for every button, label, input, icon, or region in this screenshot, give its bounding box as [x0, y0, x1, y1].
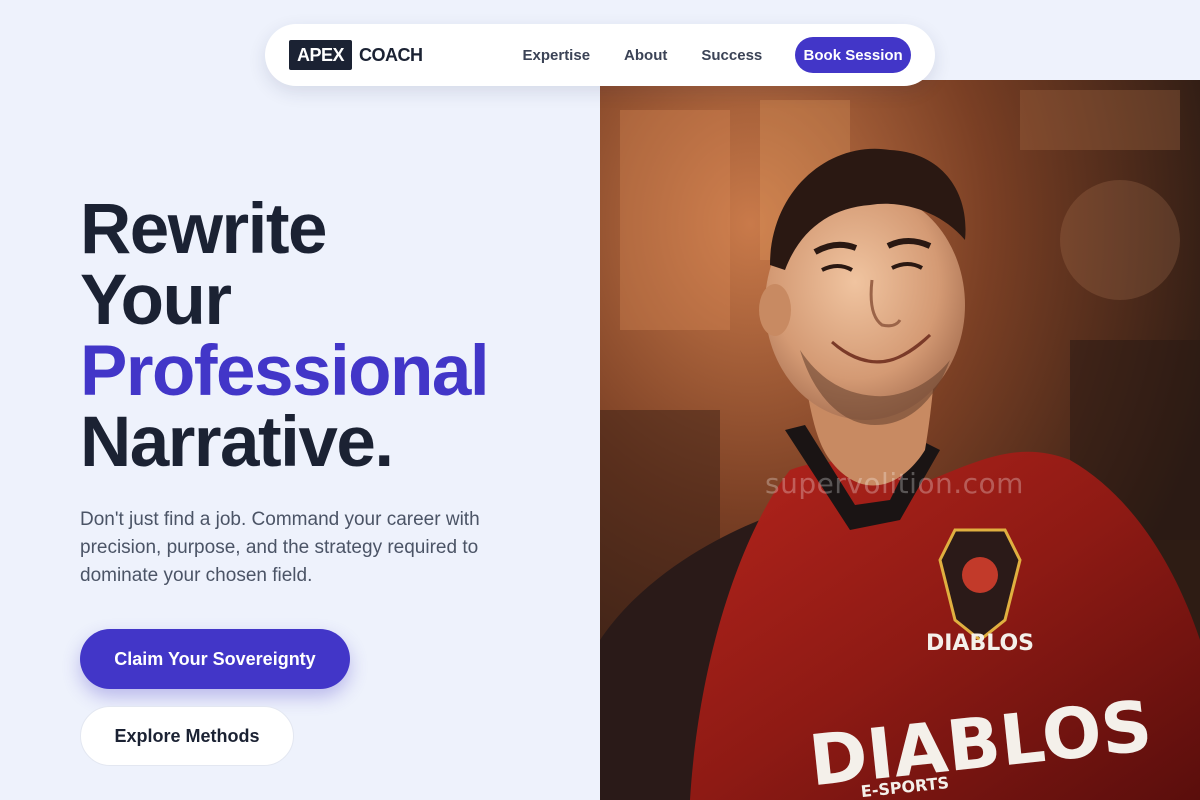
top-nav: APEX COACH Expertise About Success Book … [265, 24, 935, 86]
nav-link-about[interactable]: About [624, 47, 667, 64]
claim-sovereignty-button[interactable]: Claim Your Sovereignty [80, 629, 350, 689]
landing-page: APEX COACH Expertise About Success Book … [0, 0, 1200, 800]
hero-photo: DIABLOS DIABLOS E-SPORTS [600, 80, 1200, 800]
watermark: supervolition.com [765, 467, 1024, 500]
logo-text: COACH [359, 44, 423, 65]
jersey-badge-text: DIABLOS [926, 631, 1034, 656]
logo[interactable]: APEX COACH [289, 40, 423, 70]
nav-link-success[interactable]: Success [701, 47, 762, 64]
nav-links: Expertise About Success [523, 47, 763, 64]
hero-subtext: Don't just find a job. Command your care… [80, 509, 480, 586]
hero-headline: Rewrite Your Professional Narrative. [80, 190, 490, 482]
headline-line-2: Your [80, 261, 232, 340]
nav-link-expertise[interactable]: Expertise [523, 47, 591, 64]
headline-line-4: Narrative. [80, 403, 394, 482]
headline-line-1: Rewrite [80, 190, 327, 269]
logo-mark: APEX [289, 40, 352, 70]
book-session-button[interactable]: Book Session [795, 37, 911, 73]
hero-photo-illustration: DIABLOS DIABLOS E-SPORTS [600, 80, 1200, 800]
headline-line-3-accent: Professional [80, 332, 490, 411]
explore-methods-button[interactable]: Explore Methods [80, 706, 294, 766]
